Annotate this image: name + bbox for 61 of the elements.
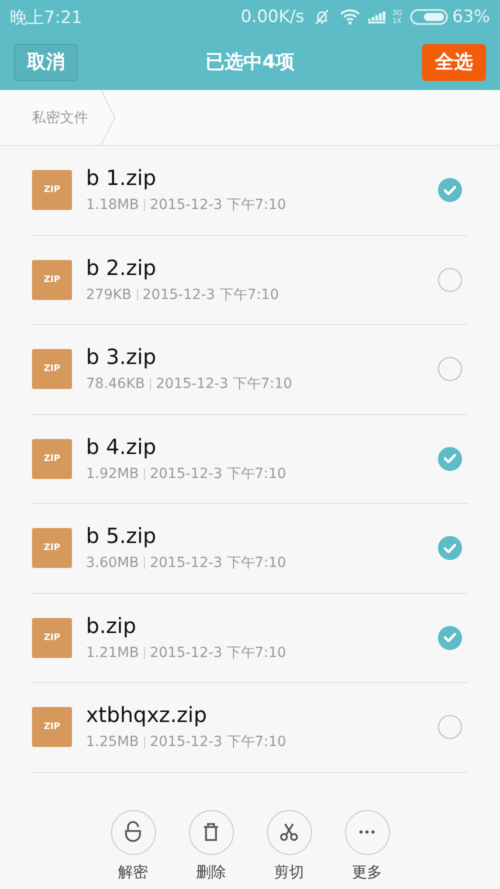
file-type-label: ZIP [44,543,60,554]
file-name: b 4.zip [86,434,158,459]
file-type-label: ZIP [44,185,60,196]
status-time: 晚上7:21 [10,6,82,28]
file-date: 2015-12-3 下午7:10 [150,196,286,214]
file-type-label: ZIP [44,632,60,643]
battery-icon [410,9,448,25]
file-row[interactable]: ZIP xtbhqxz.zip 1.25MB 2015-12-3 下午7:10 [32,683,468,772]
select-checkbox[interactable] [438,536,462,560]
file-name: b 2.zip [86,256,158,280]
file-type-label: ZIP [44,454,60,464]
file-date: 2015-12-3 下午7:10 [150,644,286,662]
file-size: 1.18MB [86,197,139,214]
action-label: 剪切 [274,862,304,882]
file-row[interactable]: ZIP b 2.zip 279KB 2015-12-3 下午7:10 [32,236,468,325]
file-name: b 5.zip [86,524,158,548]
network-speed: 0.00K/s [240,7,304,27]
action-label: 更多 [352,862,382,882]
file-size: 1.21MB [86,644,139,661]
file-row[interactable]: ZIP b.zip 1.21MB 2015-12-3 下午7:10 [32,594,468,683]
select-checkbox[interactable] [438,268,462,292]
file-size: 78.46KB [86,376,145,392]
file-name: b 1.zip [86,166,158,190]
file-type-label: ZIP [44,722,60,732]
checkmark-icon [444,633,456,642]
action-label: 解密 [118,862,148,882]
trash-button[interactable] [188,810,234,854]
file-name: xtbhqxz.zip [86,703,208,728]
select-checkbox[interactable] [438,715,462,740]
file-size: 1.92MB [86,466,139,482]
file-date: 2015-12-3 下午7:10 [150,733,286,752]
selection-title: 已选中4项 [205,50,295,75]
file-type-label: ZIP [44,364,60,374]
file-date: 2015-12-3 下午7:10 [156,375,292,394]
file-row[interactable]: ZIP b 5.zip 3.60MB 2015-12-3 下午7:10 [32,504,468,594]
wifi-icon [340,8,360,26]
more-icon [359,830,375,834]
file-size: 279KB [86,286,132,303]
scissors-button[interactable] [266,810,312,854]
select-checkbox[interactable] [438,626,462,650]
unlock-button[interactable] [110,810,156,854]
file-date: 2015-12-3 下午7:10 [150,554,286,572]
file-date: 2015-12-3 下午7:10 [142,286,279,304]
checkmark-icon [444,544,456,553]
checkmark-icon [444,454,456,464]
more-button[interactable] [344,810,390,854]
file-size: 1.25MB [86,734,139,750]
file-row[interactable]: ZIP b 3.zip 78.46KB 2015-12-3 下午7:10 [32,325,468,414]
select-checkbox[interactable] [438,178,462,202]
battery-percent: 63% [452,7,490,27]
file-row[interactable]: ZIP b 1.zip 1.18MB 2015-12-3 下午7:10 [32,146,468,236]
file-size: 3.60MB [86,555,139,572]
select-checkbox[interactable] [438,446,462,471]
file-row[interactable]: ZIP b 4.zip 1.92MB 2015-12-3 下午7:10 [32,414,468,504]
file-type-label: ZIP [44,274,60,285]
checkmark-icon [444,186,456,195]
file-date: 2015-12-3 下午7:10 [150,464,286,483]
file-name: b.zip [86,614,138,638]
action-label: 删除 [196,862,226,882]
file-name: b 3.zip [86,345,158,370]
select-checkbox[interactable] [438,357,462,382]
